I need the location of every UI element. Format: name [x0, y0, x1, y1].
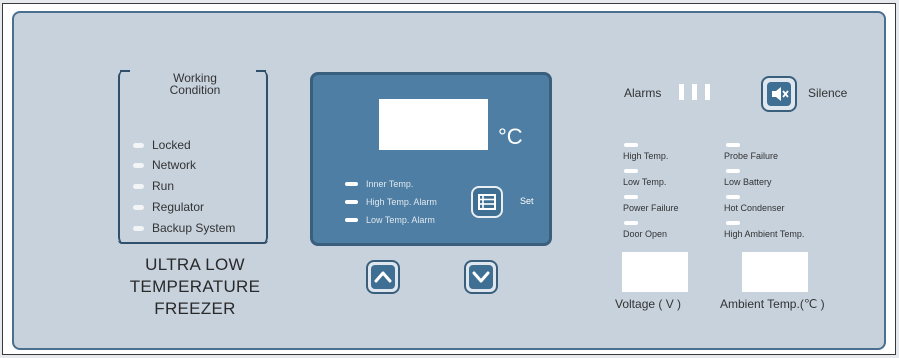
alarm-light-1: [679, 84, 684, 100]
backup-system-label: Backup System: [152, 221, 236, 235]
high-ambient-temp-led: [726, 221, 740, 225]
locked-label: Locked: [152, 138, 191, 152]
voltage-label: Voltage ( V ): [615, 297, 682, 311]
menu-list-icon: [478, 194, 496, 210]
locked-led: [133, 142, 144, 148]
product-title-line3: FREEZER: [154, 299, 236, 318]
backup-system-led: [133, 225, 144, 231]
regulator-label: Regulator: [152, 200, 205, 214]
voltage-display: [622, 252, 688, 292]
hot-condenser-label: Hot Condenser: [724, 203, 785, 213]
temperature-unit: °C: [498, 124, 523, 149]
status-item-run: Run: [133, 178, 174, 194]
working-condition-title-line2: Condition: [169, 83, 221, 97]
alarms-label: Alarms: [624, 86, 662, 100]
indicator-high-temp-alarm: High Temp. Alarm: [345, 195, 437, 209]
down-button[interactable]: [464, 260, 498, 294]
silence-button[interactable]: [761, 76, 797, 112]
inner-temp-label: Inner Temp.: [366, 179, 414, 189]
low-battery-led: [726, 169, 740, 173]
high-temp-label: High Temp.: [623, 151, 669, 161]
low-temp-label: Low Temp.: [623, 177, 667, 187]
temperature-readout-screen: [379, 99, 488, 150]
network-label: Network: [152, 158, 197, 172]
product-title-line1: ULTRA LOW: [145, 255, 245, 274]
low-temp-alarm-label: Low Temp. Alarm: [366, 215, 435, 225]
run-label: Run: [152, 179, 175, 193]
probe-failure-led: [726, 143, 740, 147]
mute-speaker-icon: [767, 82, 791, 106]
high-temp-led: [624, 143, 638, 147]
low-temp-alarm-led: [345, 218, 358, 222]
probe-failure-label: Probe Failure: [724, 151, 779, 161]
set-button[interactable]: [471, 186, 503, 218]
inner-temp-led: [345, 182, 358, 186]
ambient-temp-display: [742, 252, 808, 292]
door-open-led: [624, 221, 638, 225]
working-condition-title: Working Condition: [140, 72, 250, 96]
low-battery-label: Low Battery: [724, 177, 772, 187]
indicator-low-temp-alarm: Low Temp. Alarm: [345, 213, 435, 227]
low-temp-led: [624, 169, 638, 173]
high-temp-alarm-led: [345, 200, 358, 204]
hot-condenser-led: [726, 195, 740, 199]
status-item-locked: Locked: [133, 137, 191, 153]
indicator-inner-temp: Inner Temp.: [345, 177, 413, 191]
status-item-regulator: Regulator: [133, 199, 204, 215]
status-item-backup-system: Backup System: [133, 220, 235, 236]
high-temp-alarm-label: High Temp. Alarm: [366, 197, 437, 207]
ambient-temp-label: Ambient Temp.(℃ ): [720, 297, 825, 311]
power-failure-label: Power Failure: [623, 203, 679, 213]
power-failure-led: [624, 195, 638, 199]
set-label: Set: [520, 196, 534, 206]
alarm-light-3: [705, 84, 710, 100]
alarm-light-2: [692, 84, 697, 100]
chevron-down-icon: [469, 265, 493, 289]
run-led: [133, 183, 144, 189]
status-item-network: Network: [133, 157, 196, 173]
working-condition-frame-bottom: [118, 240, 268, 244]
silence-label: Silence: [808, 86, 848, 100]
door-open-label: Door Open: [623, 229, 668, 239]
regulator-led: [133, 204, 144, 210]
chevron-up-icon: [371, 265, 395, 289]
up-button[interactable]: [366, 260, 400, 294]
product-title-line2: TEMPERATURE: [129, 277, 261, 296]
network-led: [133, 162, 144, 168]
high-ambient-temp-label: High Ambient Temp.: [724, 229, 805, 239]
